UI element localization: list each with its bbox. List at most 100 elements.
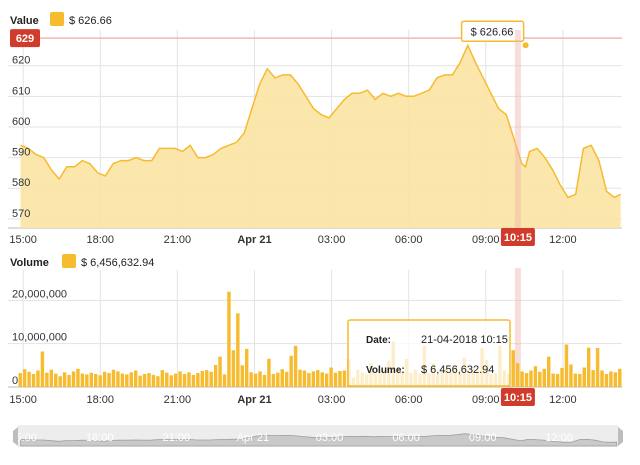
volume-bar	[45, 372, 49, 387]
value-y-tick-label: 610	[12, 85, 30, 97]
volume-bar	[524, 373, 529, 387]
navigator-right-handle-shape	[618, 427, 623, 446]
volume-bar	[253, 373, 258, 387]
volume-x-tick-label: Apr 21	[237, 394, 271, 406]
volume-bar	[249, 372, 253, 387]
value-x-tick-label: Apr 21	[237, 234, 271, 246]
volume-bar	[293, 345, 298, 387]
volume-bar	[515, 363, 520, 387]
volume-bar	[324, 373, 329, 387]
value-area-fill	[20, 45, 621, 228]
volume-bar	[298, 369, 302, 387]
value-x-tick-label: 09:00	[472, 234, 500, 246]
volume-bar	[138, 375, 142, 387]
volume-bar	[618, 368, 622, 387]
volume-bar	[125, 374, 129, 387]
volume-bar	[586, 347, 591, 387]
volume-x-tick-label: 21:00	[164, 394, 192, 406]
volume-bar	[107, 373, 111, 387]
volume-bar	[236, 313, 240, 387]
volume-bar	[71, 371, 76, 387]
volume-tooltip-volume-value: $ 6,456,632.94	[421, 364, 494, 376]
volume-legend-swatch	[62, 254, 76, 268]
volume-bar	[595, 348, 600, 387]
volume-legend[interactable]: Volume $ 6,456,632.94	[10, 254, 154, 269]
navigator[interactable]: 15:00 18:00 21:00 Apr 21 03:00 06:00 09:00 12:0…	[9, 425, 623, 447]
volume-bar	[284, 371, 289, 387]
volume-bar	[569, 364, 573, 387]
volume-bar	[120, 373, 125, 387]
navigator-x-tick-label: 06:00	[392, 432, 420, 444]
volume-bar	[560, 367, 564, 387]
volume-bar	[267, 358, 271, 387]
volume-bar	[196, 373, 200, 387]
volume-bar	[280, 369, 284, 387]
volume-bar	[591, 370, 595, 387]
volume-bar	[85, 374, 89, 387]
volume-bar	[542, 368, 546, 387]
volume-bar	[289, 355, 293, 387]
volume-x-tick-label: 06:00	[395, 394, 423, 406]
volume-bar	[40, 351, 45, 387]
value-legend[interactable]: Value $ 626.66	[10, 12, 112, 27]
volume-bar	[178, 371, 182, 387]
value-crosshair-badge-label: 10:15	[504, 232, 532, 244]
volume-legend-label: Volume	[10, 257, 49, 269]
navigator-x-tick-label: Apr 21	[237, 432, 269, 444]
volume-bar	[222, 374, 227, 387]
value-x-tick-label: 21:00	[164, 234, 192, 246]
volume-bar	[205, 370, 209, 387]
volume-bar	[227, 291, 231, 387]
volume-bar	[169, 375, 173, 387]
volume-bar	[165, 372, 169, 387]
volume-bar	[182, 374, 187, 387]
volume-bar	[209, 371, 213, 387]
value-tooltip: $ 626.66	[460, 20, 525, 43]
volume-bar	[613, 372, 618, 387]
volume-bar	[191, 374, 196, 387]
volume-tooltip: Date: 21-04-2018 10:15 Volume: $ 6,456,6…	[347, 319, 511, 387]
volume-bar	[604, 374, 609, 387]
navigator-x-tick-label: 18:00	[86, 432, 114, 444]
value-y-tick-label: 580	[12, 177, 30, 189]
volume-bar	[58, 376, 62, 387]
value-y-tick-label: 600	[12, 116, 30, 128]
max-marker-badge: 629	[10, 29, 40, 48]
value-x-tick-label: 06:00	[395, 234, 423, 246]
value-x-ticks: 15:00 18:00 21:00 Apr 21 03:00 06:00 09:00 12:0…	[9, 234, 576, 246]
volume-bar	[27, 371, 31, 387]
volume-bar	[200, 371, 205, 387]
volume-bar	[54, 373, 58, 387]
value-x-tick-label: 18:00	[86, 234, 114, 246]
volume-bar	[311, 371, 316, 387]
volume-bar	[151, 374, 156, 387]
value-panel: 570 580 590 600 610 620 15:00 18:00 21:00 Apr 21…	[8, 12, 622, 246]
volume-gridlines	[8, 270, 622, 388]
volume-bar	[582, 367, 586, 387]
volume-bar	[133, 370, 138, 387]
volume-bars	[18, 291, 622, 387]
volume-y-tick-label: 20,000,000	[12, 288, 67, 300]
volume-bar	[89, 372, 93, 387]
value-legend-value: $ 626.66	[69, 15, 112, 27]
volume-bar	[573, 373, 578, 387]
volume-bar	[36, 370, 40, 387]
volume-bar	[102, 371, 107, 387]
volume-bar	[529, 370, 533, 387]
volume-bar	[564, 344, 569, 387]
value-x-tick-label: 12:00	[549, 234, 577, 246]
volume-bar	[142, 374, 147, 387]
chart-root: 570 580 590 600 610 620 15:00 18:00 21:00 Apr 21…	[8, 12, 623, 447]
value-legend-label: Value	[10, 15, 39, 27]
volume-tooltip-date-value: 21-04-2018 10:15	[421, 334, 508, 346]
volume-bar	[271, 374, 276, 387]
navigator-right-handle[interactable]	[618, 427, 623, 446]
volume-bar	[187, 372, 191, 387]
volume-bar	[67, 374, 71, 387]
volume-bar	[62, 372, 67, 387]
value-crosshair-badge: 10:15	[500, 228, 535, 246]
volume-bar	[80, 373, 85, 387]
volume-tooltip-date-label: Date:	[366, 335, 391, 346]
volume-bar	[329, 367, 333, 387]
volume-bar	[173, 373, 178, 387]
